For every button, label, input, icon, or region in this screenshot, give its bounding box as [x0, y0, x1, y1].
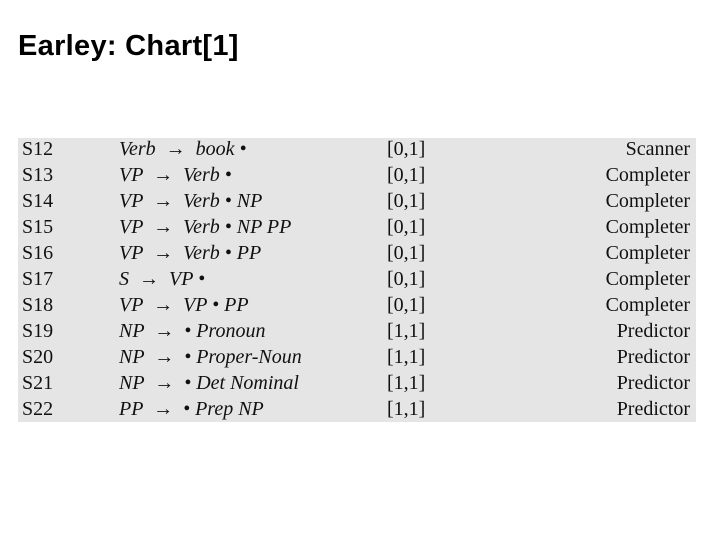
rule-cell: VP → Verb • NP PP — [119, 216, 292, 238]
rule-cell: PP → • Prep NP — [119, 398, 264, 420]
state-cell: S20 — [22, 346, 54, 368]
state-cell: S22 — [22, 398, 54, 420]
state-cell: S21 — [22, 372, 54, 394]
rule-cell: S → VP • — [119, 268, 206, 290]
span-cell: [1,1] — [387, 346, 426, 368]
table-row: S17 S → VP • [0,1] Completer — [18, 268, 696, 294]
table-row: S18 VP → VP • PP [0,1] Completer — [18, 294, 696, 320]
operation-cell: Predictor — [616, 346, 690, 368]
table-row: S21 NP → • Det Nominal [1,1] Predictor — [18, 372, 696, 398]
state-cell: S18 — [22, 294, 54, 316]
table-row: S13 VP → Verb • [0,1] Completer — [18, 164, 696, 190]
operation-cell: Predictor — [616, 320, 690, 342]
span-cell: [0,1] — [387, 190, 426, 212]
table-row: S12 Verb → book • [0,1] Scanner — [18, 138, 696, 164]
chart-table: S12 Verb → book • [0,1] Scanner S13 VP → Verb… — [18, 138, 696, 422]
rule-cell: VP → VP • PP — [119, 294, 249, 316]
operation-cell: Completer — [605, 164, 690, 186]
span-cell: [1,1] — [387, 320, 426, 342]
table-row: S14 VP → Verb • NP [0,1] Completer — [18, 190, 696, 216]
operation-cell: Predictor — [616, 372, 690, 394]
operation-cell: Completer — [605, 242, 690, 264]
table-row: S20 NP → • Proper-Noun [1,1] Predictor — [18, 346, 696, 372]
operation-cell: Scanner — [625, 138, 690, 160]
table-row: S16 VP → Verb • PP [0,1] Completer — [18, 242, 696, 268]
rule-cell: VP → Verb • NP — [119, 190, 263, 212]
rule-cell: VP → Verb • PP — [119, 242, 262, 264]
state-cell: S15 — [22, 216, 54, 238]
operation-cell: Completer — [605, 294, 690, 316]
rule-cell: Verb → book • — [119, 138, 247, 160]
slide-title: Earley: Chart[1] — [18, 30, 239, 62]
span-cell: [0,1] — [387, 164, 426, 186]
span-cell: [0,1] — [387, 216, 426, 238]
operation-cell: Predictor — [616, 398, 690, 420]
state-cell: S16 — [22, 242, 54, 264]
span-cell: [1,1] — [387, 398, 426, 420]
span-cell: [0,1] — [387, 268, 426, 290]
span-cell: [0,1] — [387, 294, 426, 316]
rule-cell: VP → Verb • — [119, 164, 232, 186]
rule-cell: NP → • Det Nominal — [119, 372, 299, 394]
state-cell: S14 — [22, 190, 54, 212]
span-cell: [1,1] — [387, 372, 426, 394]
state-cell: S19 — [22, 320, 54, 342]
span-cell: [0,1] — [387, 242, 426, 264]
table-row: S15 VP → Verb • NP PP [0,1] Completer — [18, 216, 696, 242]
state-cell: S17 — [22, 268, 54, 290]
operation-cell: Completer — [605, 190, 690, 212]
table-row: S22 PP → • Prep NP [1,1] Predictor — [18, 398, 696, 424]
operation-cell: Completer — [605, 216, 690, 238]
state-cell: S12 — [22, 138, 54, 160]
state-cell: S13 — [22, 164, 54, 186]
operation-cell: Completer — [605, 268, 690, 290]
rule-cell: NP → • Proper-Noun — [119, 346, 302, 368]
table-row: S19 NP → • Pronoun [1,1] Predictor — [18, 320, 696, 346]
rule-cell: NP → • Pronoun — [119, 320, 266, 342]
span-cell: [0,1] — [387, 138, 426, 160]
